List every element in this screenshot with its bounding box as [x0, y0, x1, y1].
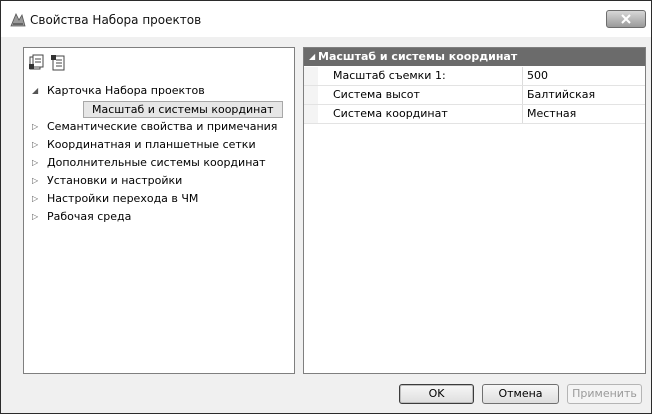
- close-button[interactable]: [606, 10, 646, 28]
- close-icon: [621, 14, 631, 24]
- cancel-button[interactable]: Отмена: [482, 384, 559, 404]
- collapsed-arrow-icon[interactable]: ▷: [32, 208, 40, 226]
- property-row[interactable]: Система высот Балтийская: [304, 86, 645, 105]
- title-bar[interactable]: Свойства Набора проектов: [1, 1, 651, 37]
- app-icon: [10, 11, 26, 27]
- expand-all-icon[interactable]: [50, 54, 68, 72]
- property-value[interactable]: Местная: [527, 105, 576, 123]
- apply-button[interactable]: Применить: [567, 384, 642, 404]
- collapse-all-icon[interactable]: [28, 54, 46, 72]
- collapsed-arrow-icon[interactable]: ▷: [32, 136, 40, 154]
- property-category-header[interactable]: ◢ Масштаб и системы координат: [304, 48, 645, 66]
- navigation-tree-panel: ◢ Карточка Набора проектов Масштаб и сис…: [23, 47, 295, 374]
- property-row[interactable]: Система координат Местная: [304, 105, 645, 124]
- expanded-arrow-icon[interactable]: ◢: [32, 82, 40, 100]
- property-name: Масштаб съемки 1:: [333, 69, 446, 82]
- collapsed-arrow-icon[interactable]: ▷: [32, 190, 40, 208]
- collapsed-arrow-icon[interactable]: ▷: [32, 118, 40, 136]
- ok-button[interactable]: OK: [399, 384, 474, 404]
- collapsed-arrow-icon[interactable]: ▷: [32, 154, 40, 172]
- property-row[interactable]: Масштаб съемки 1: 500: [304, 67, 645, 86]
- property-name: Система высот: [333, 88, 420, 101]
- expanded-arrow-icon[interactable]: ◢: [309, 48, 315, 66]
- window-title: Свойства Набора проектов: [30, 13, 202, 27]
- properties-dialog: Свойства Набора проектов ◢ Карточка Набо…: [0, 0, 652, 414]
- property-value[interactable]: 500: [527, 67, 548, 85]
- property-name: Система координат: [333, 107, 448, 120]
- collapsed-arrow-icon[interactable]: ▷: [32, 172, 40, 190]
- property-grid: ◢ Масштаб и системы координат Масштаб съ…: [303, 47, 646, 374]
- property-value[interactable]: Балтийская: [527, 86, 595, 104]
